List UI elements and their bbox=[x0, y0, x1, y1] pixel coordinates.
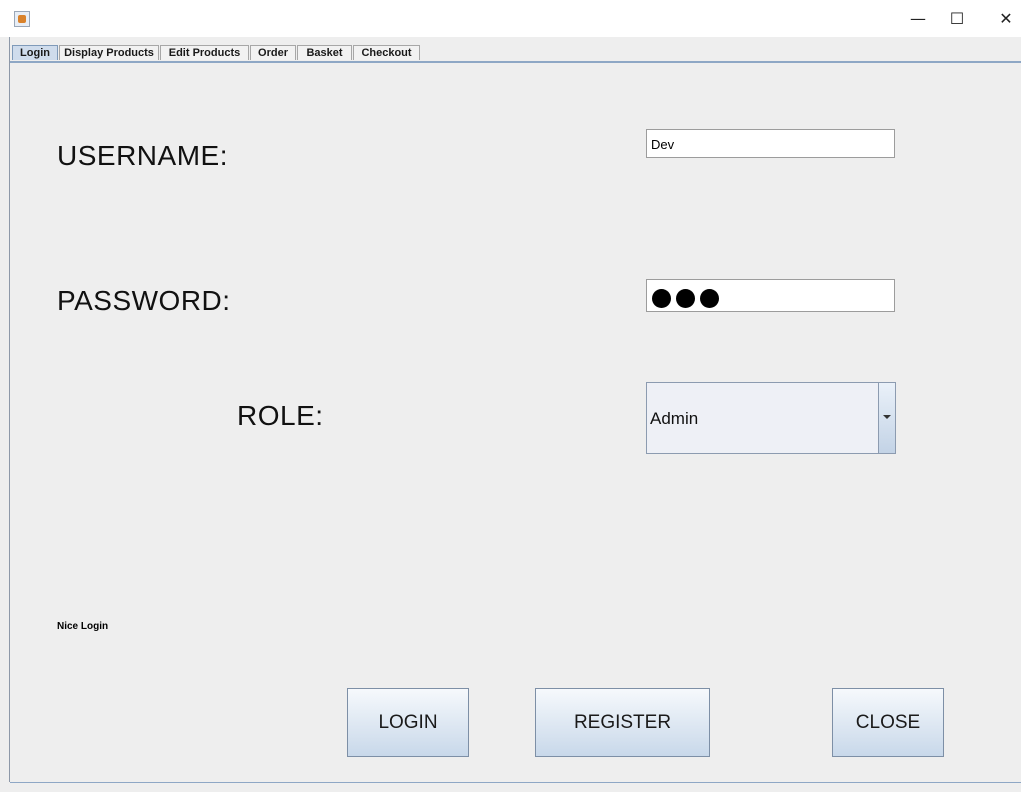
username-label: USERNAME: bbox=[57, 140, 228, 171]
maximize-button[interactable]: ☐ bbox=[946, 8, 968, 30]
window-left-border bbox=[9, 37, 10, 782]
login-button[interactable]: LOGIN bbox=[347, 688, 469, 757]
chevron-down-icon[interactable] bbox=[878, 383, 895, 453]
password-dot bbox=[652, 289, 671, 308]
tab-basket[interactable]: Basket bbox=[297, 45, 352, 60]
bottom-border bbox=[10, 782, 1021, 783]
status-label: Nice Login bbox=[57, 621, 109, 632]
tab-login[interactable]: Login bbox=[12, 45, 58, 60]
password-dot bbox=[700, 289, 719, 308]
role-label: ROLE: bbox=[237, 400, 324, 431]
tab-display-products[interactable]: Display Products bbox=[59, 45, 159, 60]
register-button[interactable]: REGISTER bbox=[535, 688, 710, 757]
tab-checkout[interactable]: Checkout bbox=[353, 45, 420, 60]
username-field[interactable]: Dev bbox=[646, 129, 895, 158]
password-field[interactable] bbox=[646, 279, 895, 312]
close-window-button[interactable]: ✕ bbox=[995, 8, 1017, 30]
title-bar: — ☐ ✕ bbox=[0, 0, 1021, 37]
role-dropdown[interactable]: Admin bbox=[646, 382, 896, 454]
tab-content-border bbox=[10, 61, 1021, 63]
minimize-button[interactable]: — bbox=[907, 8, 929, 30]
tab-edit-products[interactable]: Edit Products bbox=[160, 45, 249, 60]
close-button[interactable]: CLOSE bbox=[832, 688, 944, 757]
password-mask bbox=[652, 289, 724, 313]
tab-order[interactable]: Order bbox=[250, 45, 296, 60]
password-label: PASSWORD: bbox=[57, 285, 231, 316]
role-selected-value: Admin bbox=[650, 409, 699, 428]
java-cup-icon[interactable] bbox=[14, 11, 30, 27]
username-value: Dev bbox=[651, 137, 675, 152]
password-dot bbox=[676, 289, 695, 308]
